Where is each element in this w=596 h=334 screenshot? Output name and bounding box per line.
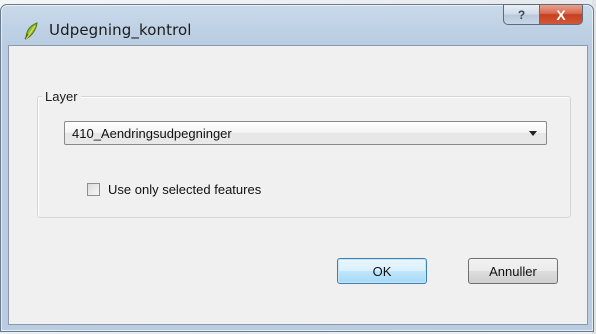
layer-select[interactable]: 410_Aendringsudpegninger xyxy=(64,121,547,145)
use-selected-features-checkbox[interactable] xyxy=(87,182,100,196)
use-selected-features-label[interactable]: Use only selected features xyxy=(108,182,261,197)
chevron-down-icon[interactable] xyxy=(529,131,537,136)
help-icon: ? xyxy=(517,7,526,22)
layer-select-value: 410_Aendringsudpegninger xyxy=(72,126,232,141)
title-bar[interactable]: Udpegning_kontrol ? X xyxy=(1,4,593,45)
window-title: Udpegning_kontrol xyxy=(49,21,192,39)
ok-button[interactable]: OK xyxy=(337,258,427,284)
layer-group-label: Layer xyxy=(42,89,81,104)
close-icon: X xyxy=(556,6,566,23)
close-button[interactable]: X xyxy=(539,4,583,25)
ok-button-label: OK xyxy=(372,263,392,279)
cancel-button-label: Annuller xyxy=(489,263,537,279)
qgis-leaf-icon xyxy=(24,22,38,40)
layer-groupbox xyxy=(37,96,571,218)
dialog-body: Layer 410_Aendringsudpegninger Use only … xyxy=(8,45,588,325)
dialog-window: Udpegning_kontrol ? X Layer 410_Aendring… xyxy=(0,4,594,332)
use-selected-features-option[interactable]: Use only selected features xyxy=(87,181,261,197)
cancel-button[interactable]: Annuller xyxy=(468,258,558,284)
help-button[interactable]: ? xyxy=(503,4,539,25)
caption-buttons: ? X xyxy=(503,4,583,25)
